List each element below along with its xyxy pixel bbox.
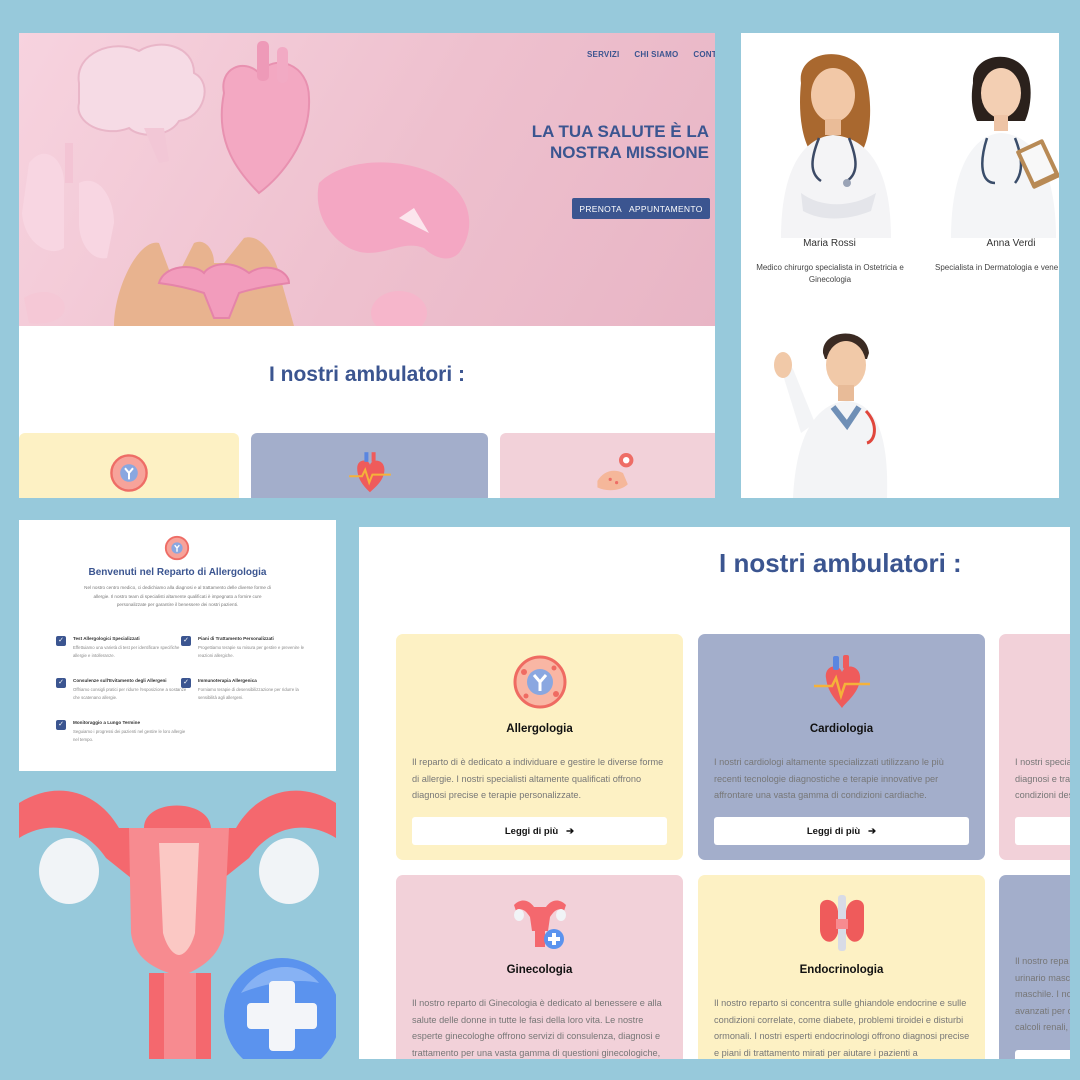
doctors-panel: Maria Rossi Medico chirurgo specialista …: [741, 33, 1059, 498]
doctor-role: Medico chirurgo specialista in Ostetrici…: [756, 263, 904, 284]
card-urologia: Il nostro repa urinario masc maschile. I…: [999, 875, 1070, 1059]
card-title: Ginecologia: [506, 964, 573, 976]
nav-servizi[interactable]: SERVIZI: [587, 50, 619, 59]
allergy-panel: Benvenuti nel Reparto di Allergologia Ne…: [19, 520, 336, 771]
feature-title: Consulenze sull'Evitamento degli Allerge…: [73, 678, 167, 683]
section-title: I nostri ambulatori :: [268, 363, 465, 386]
doctor-name: Anna Verdi: [986, 238, 1036, 249]
doctor-role: Specialista in Dermatologia e vene: [935, 263, 1059, 272]
card-desc: Il nostro reparto di Ginecologia è dedic…: [412, 998, 662, 1058]
card-allergologia: Allergologia Il reparto di è dedicato a …: [396, 634, 683, 860]
feature-desc: Progettiamo terapie su misura per gestir…: [198, 645, 305, 658]
heart-icon: [348, 452, 391, 493]
hero-banner: SERVIZI CHI SIAMO CONTA LA TUA SALUTE È …: [19, 33, 715, 326]
check-icon: ✓: [56, 636, 66, 646]
check-icon: ✓: [181, 636, 191, 646]
top-nav: SERVIZI CHI SIAMO CONTA: [587, 50, 715, 59]
feature-desc: Offriamo consigli pratici per ridurre l'…: [73, 687, 187, 700]
check-icon: ✓: [56, 678, 66, 688]
read-more-button[interactable]: [1015, 817, 1070, 845]
card-cardiologia: Cardiologia I nostri cardiologi altament…: [698, 634, 985, 860]
card-title: Cardiologia: [809, 723, 874, 735]
feature-title: Monitoraggio a Lungo Termine: [73, 720, 141, 725]
read-more-label: Leggi di più: [806, 825, 861, 837]
gynecology-illustration-panel: [19, 783, 336, 1059]
heart-icon: [813, 655, 870, 708]
feature-title: Piani di Trattamento Personalizzati: [198, 636, 274, 641]
doctor-maria-photo: [781, 54, 891, 238]
doctor-name: Maria Rossi: [803, 238, 856, 249]
read-more-button[interactable]: [1015, 1050, 1070, 1059]
organs-illustration: [22, 41, 470, 326]
section-title: I nostri ambulatori :: [719, 548, 962, 578]
doctor-pointing-photo: [774, 333, 888, 498]
read-more-button[interactable]: Leggi di più ➔: [412, 817, 667, 845]
read-more-label: Leggi di più: [504, 825, 559, 837]
feature-title: Test Allergologici Specializzati: [73, 636, 140, 641]
hero-title-line-1: LA TUA SALUTE È LA: [531, 122, 709, 141]
hero-title: LA TUA SALUTE È LA NOSTRA MISSIONE: [449, 121, 709, 163]
uterus-plus-icon: [19, 790, 336, 1059]
card-desc: I nostri specia diagnosi e tra condizion…: [1015, 757, 1070, 800]
feature-desc: Effettuiamo una varietà di test per iden…: [73, 645, 180, 658]
read-more-button[interactable]: Leggi di più ➔: [714, 817, 969, 845]
feature-title: Immunoterapia Allergenica: [198, 678, 257, 683]
allergy-cell-icon: [513, 655, 566, 709]
book-appointment-button[interactable]: PRENOTA APPUNTAMENTO: [572, 198, 710, 219]
check-icon: ✓: [56, 720, 66, 730]
feature-desc: Seguiamo i progressi dei pazienti nel ge…: [73, 729, 186, 742]
card-desc: Il reparto di è dedicato a individuare e…: [412, 757, 664, 800]
thyroid-icon: [819, 895, 864, 951]
card-title: Allergologia: [506, 723, 573, 735]
nav-chi-siamo[interactable]: CHI SIAMO: [634, 50, 678, 59]
arrow-right-icon: ➔: [868, 825, 877, 837]
nav-contatti[interactable]: CONTA: [693, 50, 715, 59]
hero-title-line-2: NOSTRA MISSIONE: [550, 143, 709, 162]
card-desc: Il nostro reparto si concentra sulle ghi…: [714, 998, 970, 1058]
card-ginecologia: Ginecologia Il nostro reparto di Ginecol…: [396, 875, 683, 1059]
check-icon: ✓: [181, 678, 191, 688]
ambulatori-panel: I nostri ambulatori : Allergologia Il re…: [359, 527, 1070, 1059]
feature-desc: Forniamo terapie di desensibilizzazione …: [198, 687, 299, 700]
uterus-plus-icon: [513, 900, 566, 949]
hero-panel: SERVIZI CHI SIAMO CONTA LA TUA SALUTE È …: [19, 33, 715, 498]
preview-card-dermatologia[interactable]: [500, 433, 715, 498]
allergy-title: Benvenuti nel Reparto di Allergologia: [88, 567, 267, 578]
card-desc: Il nostro repa urinario masc maschile. I…: [1015, 956, 1070, 1032]
allergy-cell-icon: [164, 535, 190, 561]
allergy-intro: Nel nostro centro medico, ci dedichiamo …: [84, 585, 271, 607]
card-endocrinologia: Endocrinologia Il nostro reparto si conc…: [698, 875, 985, 1059]
preview-card-allergologia[interactable]: [19, 433, 239, 498]
skin-icon: [597, 453, 634, 491]
card-dermatologia: I nostri specia diagnosi e tra condizion…: [999, 634, 1070, 860]
allergy-cell-icon: [110, 454, 148, 492]
preview-card-cardiologia[interactable]: [251, 433, 488, 498]
card-desc: I nostri cardiologi altamente specializz…: [714, 757, 944, 800]
arrow-right-icon: ➔: [566, 825, 575, 837]
doctor-anna-photo: [951, 56, 1059, 238]
card-title: Endocrinologia: [799, 964, 884, 976]
